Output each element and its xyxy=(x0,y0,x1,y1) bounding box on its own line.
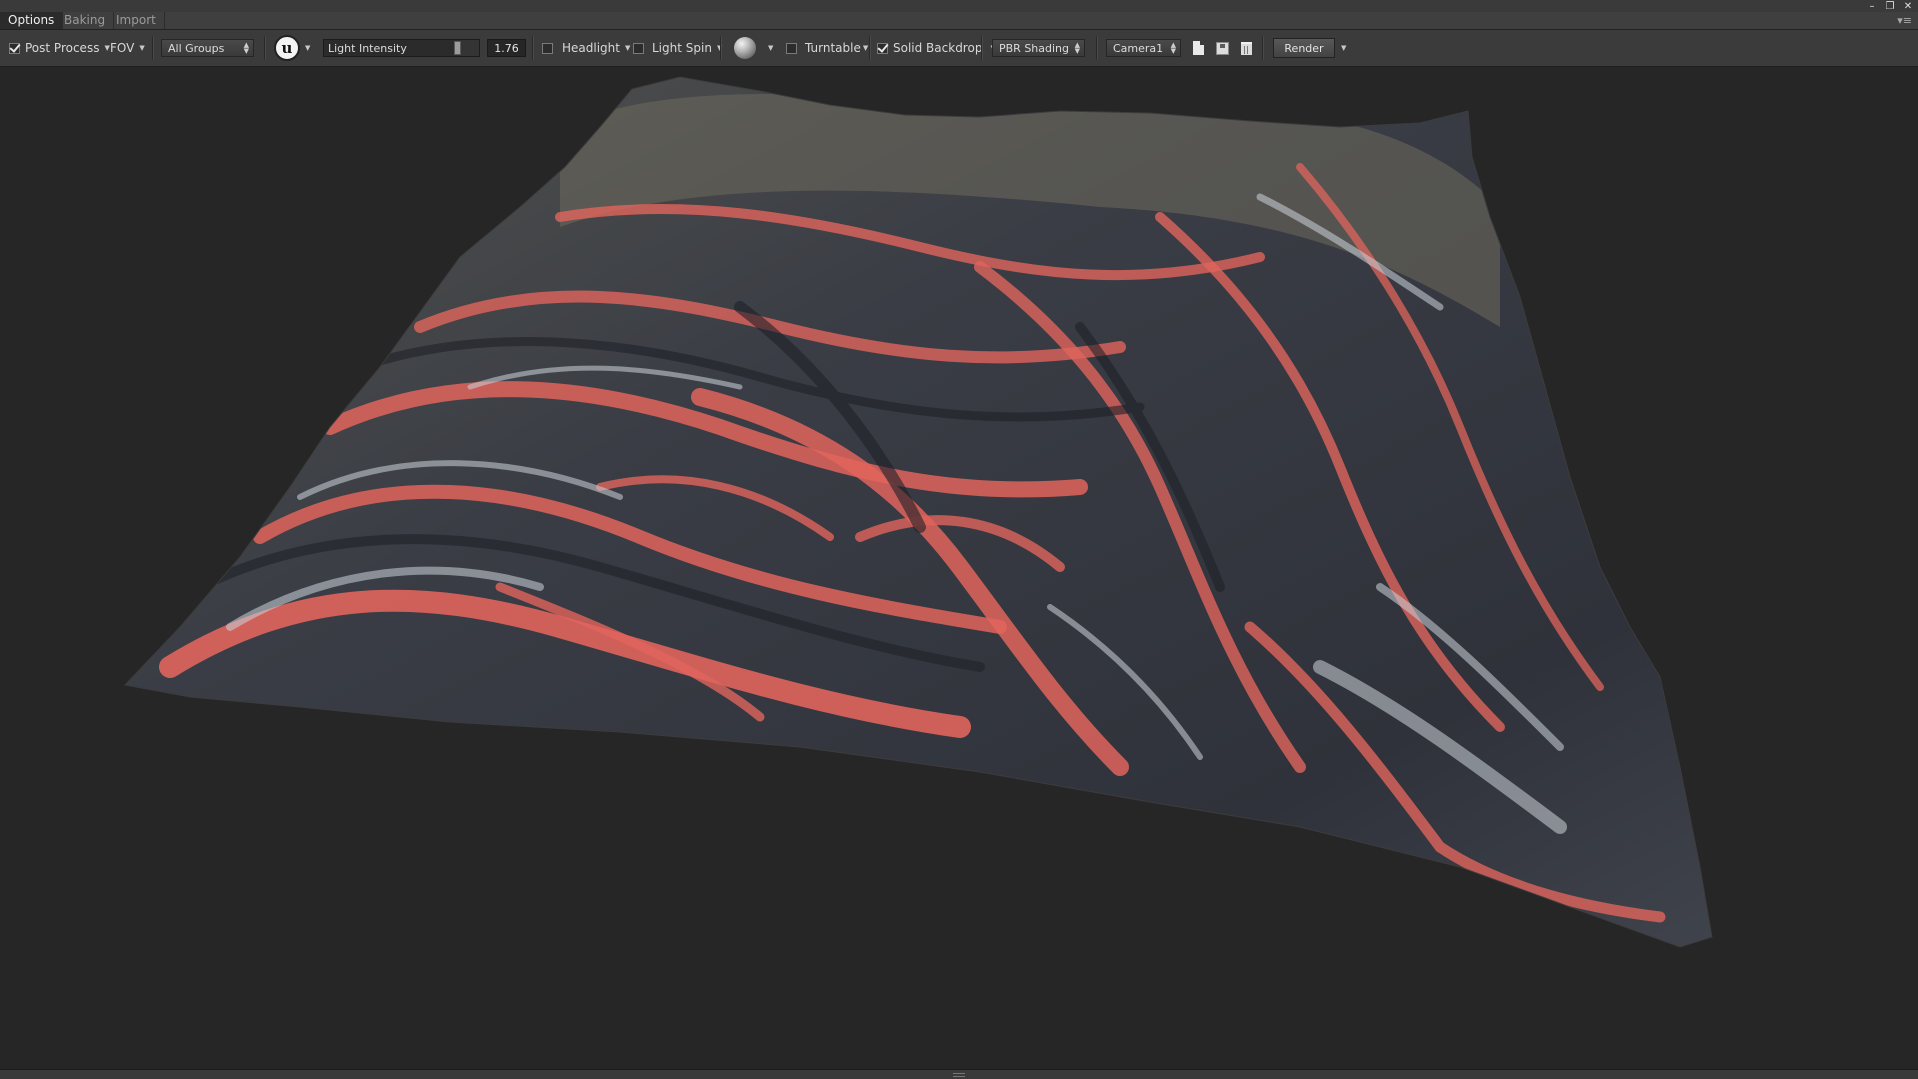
turntable-dropdown-icon[interactable]: ▼ xyxy=(863,44,868,52)
light-intensity-value[interactable]: 1.76 xyxy=(487,39,526,57)
3d-viewport[interactable] xyxy=(0,67,1918,1069)
sky-preset-button[interactable]: ▼ xyxy=(734,30,773,66)
restore-icon[interactable]: ❐ xyxy=(1884,0,1896,12)
solid-backdrop-checkbox[interactable] xyxy=(877,42,888,54)
toolbar-divider xyxy=(981,36,983,60)
toolbar-divider xyxy=(264,36,266,60)
camera-select-value: Camera1 xyxy=(1113,41,1164,55)
resize-grip-icon[interactable] xyxy=(953,1073,965,1077)
headlight-label: Headlight xyxy=(562,41,620,55)
tab-bar: Options Baking Import ▾≡ xyxy=(0,12,1918,30)
headlight-toggle[interactable]: Headlight ▼ xyxy=(542,30,630,66)
delete-camera-button[interactable] xyxy=(1241,30,1252,66)
shading-select-value: PBR Shading xyxy=(999,41,1070,55)
turntable-toggle[interactable]: Turntable ▼ xyxy=(786,30,868,66)
light-spin-toggle[interactable]: Light Spin ▼ xyxy=(633,30,722,66)
light-intensity-slider[interactable]: Light Intensity xyxy=(323,39,480,57)
engine-preset-dropdown-icon[interactable]: ▼ xyxy=(305,44,310,52)
material-sphere-icon xyxy=(734,37,756,59)
slider-handle[interactable] xyxy=(454,41,461,55)
post-process-toggle[interactable]: Post Process ▼ xyxy=(9,30,110,66)
post-process-label: Post Process xyxy=(25,41,100,55)
light-spin-label: Light Spin xyxy=(652,41,712,55)
select-arrows-icon: ▲ ▼ xyxy=(1074,41,1080,55)
tab-import[interactable]: Import xyxy=(108,12,165,29)
panel-menu-icon[interactable]: ▾≡ xyxy=(1897,14,1912,27)
camera-select[interactable]: Camera1 ▲ ▼ xyxy=(1106,39,1181,57)
window-controls: – ❐ ✕ xyxy=(1866,0,1914,12)
sky-preset-dropdown-icon[interactable]: ▼ xyxy=(768,44,773,52)
slider-track-remainder xyxy=(461,40,479,56)
toolbar-divider xyxy=(720,36,722,60)
select-arrows-icon: ▲ ▼ xyxy=(1170,41,1176,55)
groups-select[interactable]: All Groups ▲ ▼ xyxy=(161,39,254,57)
minimize-icon[interactable]: – xyxy=(1866,0,1878,12)
turntable-checkbox[interactable] xyxy=(786,42,797,54)
new-camera-button[interactable] xyxy=(1193,30,1204,66)
post-process-checkbox[interactable] xyxy=(9,42,20,54)
light-spin-checkbox[interactable] xyxy=(633,42,644,54)
fov-menu[interactable]: FOV ▼ xyxy=(110,30,145,66)
render-dropdown-icon[interactable]: ▼ xyxy=(1341,44,1346,52)
trash-icon xyxy=(1241,41,1252,55)
engine-preset-button[interactable]: u ▼ xyxy=(274,30,310,66)
tab-options[interactable]: Options xyxy=(0,12,64,29)
toolbar-divider xyxy=(152,36,154,60)
viewport-toolbar: Post Process ▼ FOV ▼ All Groups ▲ ▼ u ▼ L… xyxy=(0,30,1918,67)
render-button[interactable]: Render xyxy=(1273,38,1335,58)
save-icon xyxy=(1216,41,1229,55)
toolbar-divider xyxy=(1096,36,1098,60)
shading-select[interactable]: PBR Shading ▲ ▼ xyxy=(992,39,1085,57)
light-intensity-label: Light Intensity xyxy=(328,41,407,55)
close-icon[interactable]: ✕ xyxy=(1902,0,1914,12)
toolbar-divider xyxy=(1262,36,1264,60)
save-camera-button[interactable] xyxy=(1216,30,1229,66)
terrain-render xyxy=(124,76,1713,948)
headlight-dropdown-icon[interactable]: ▼ xyxy=(625,44,630,52)
groups-select-value: All Groups xyxy=(168,41,225,55)
unreal-logo-icon: u xyxy=(274,35,300,61)
fov-label: FOV xyxy=(110,41,135,55)
new-document-icon xyxy=(1193,41,1204,55)
solid-backdrop-toggle[interactable]: Solid Backdrop ▼ xyxy=(877,30,996,66)
headlight-checkbox[interactable] xyxy=(542,42,553,54)
toolbar-divider xyxy=(532,36,534,60)
fov-dropdown-icon[interactable]: ▼ xyxy=(139,44,144,52)
tab-baking[interactable]: Baking xyxy=(56,12,115,29)
select-arrows-icon: ▲ ▼ xyxy=(243,41,249,55)
toolbar-divider xyxy=(869,36,871,60)
solid-backdrop-label: Solid Backdrop xyxy=(893,41,983,55)
turntable-label: Turntable xyxy=(805,41,861,55)
